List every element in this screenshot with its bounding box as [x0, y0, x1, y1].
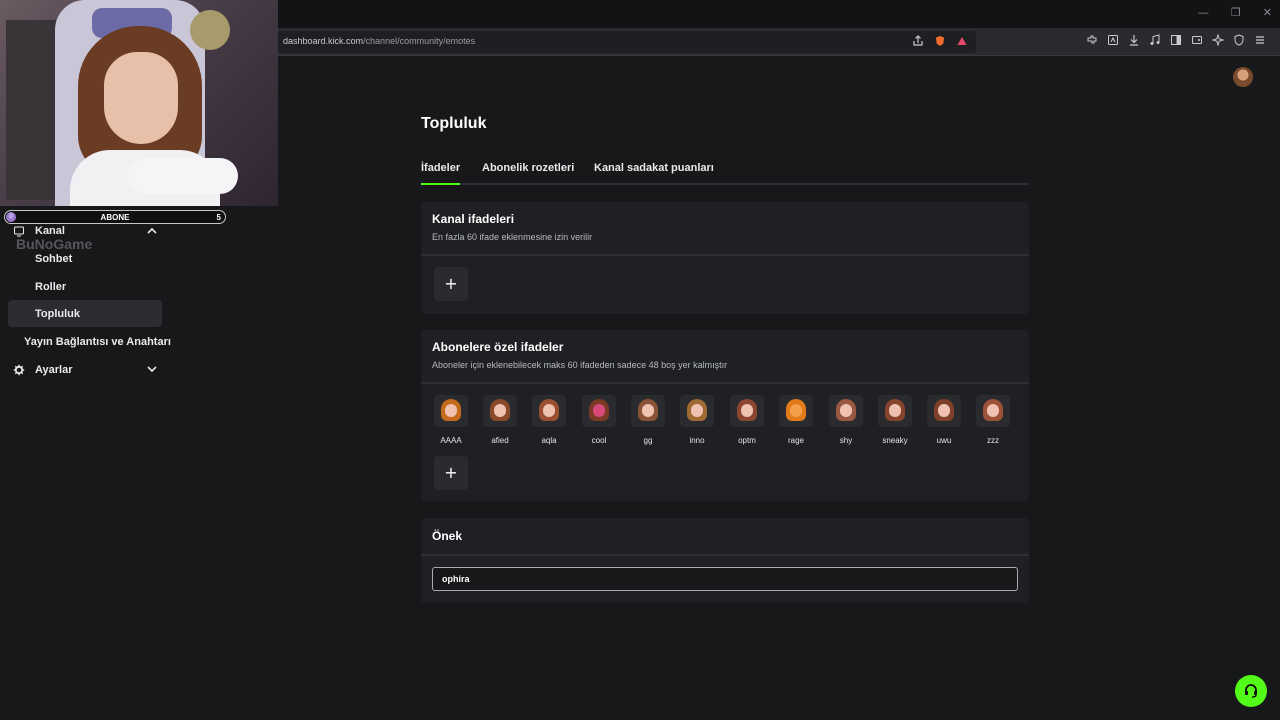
goal-label: ABONE — [100, 213, 130, 222]
tab-bar: İfadeler Abonelik rozetleri Kanal sadaka… — [421, 160, 1029, 185]
emote-tile[interactable]: rage — [779, 395, 813, 445]
emote-tile[interactable]: sneaky — [878, 395, 912, 445]
webcam-overlay — [0, 0, 278, 206]
emote-tile[interactable]: shy — [829, 395, 863, 445]
chevron-down-icon[interactable] — [146, 363, 158, 375]
goal-count: 5 — [216, 213, 221, 222]
tab-sub-badges[interactable]: Abonelik rozetleri — [482, 162, 574, 183]
tab-emotes[interactable]: İfadeler — [421, 162, 461, 185]
minimize-button[interactable]: — — [1198, 6, 1209, 19]
channel-emotes-card: Kanal ifadeleri En fazla 60 ifade eklenm… — [421, 202, 1029, 314]
emote-tile[interactable]: aqla — [532, 395, 566, 445]
sidebar-item-channel[interactable]: Kanal — [35, 225, 65, 237]
extension-toolbar — [1086, 34, 1266, 46]
prefix-title: Önek — [432, 529, 463, 543]
emote-tile[interactable]: optm — [730, 395, 764, 445]
emote-tile[interactable]: inno — [680, 395, 714, 445]
sidebar-toggle-icon[interactable] — [1170, 34, 1182, 46]
chevron-up-icon[interactable] — [146, 225, 158, 237]
page-title: Topluluk — [421, 115, 487, 132]
window-controls: — ❐ ✕ — [1198, 6, 1272, 19]
emote-tile[interactable]: zzz — [976, 395, 1010, 445]
brave-rewards-icon[interactable] — [956, 35, 968, 47]
channel-emotes-subtitle: En fazla 60 ifade eklenmesine izin veril… — [432, 232, 593, 242]
sub-emotes-title: Abonelere özel ifadeler — [432, 340, 564, 354]
add-sub-emote-button[interactable]: + — [434, 456, 468, 490]
emote-tile[interactable]: AAAA — [434, 395, 468, 445]
channel-icon — [13, 225, 25, 237]
download-icon[interactable] — [1128, 34, 1140, 46]
menu-icon[interactable] — [1254, 34, 1266, 46]
add-channel-emote-button[interactable]: + — [434, 267, 468, 301]
url-text: dashboard.kick.com/channel/community/emo… — [283, 36, 476, 46]
channel-emotes-title: Kanal ifadeleri — [432, 212, 515, 226]
sidebar-item-chat[interactable]: Sohbet — [35, 253, 72, 265]
prefix-input[interactable] — [432, 567, 1018, 591]
extensions-icon[interactable] — [1086, 34, 1098, 46]
brave-shield-icon[interactable] — [934, 35, 946, 47]
wallet-icon[interactable] — [1191, 34, 1203, 46]
share-icon[interactable] — [912, 35, 924, 47]
emote-tile[interactable]: afied — [483, 395, 517, 445]
vpn-shield-icon[interactable] — [1233, 34, 1245, 46]
music-icon[interactable] — [1149, 34, 1161, 46]
support-headset-icon — [1245, 684, 1257, 698]
sidebar-item-roles[interactable]: Roller — [35, 281, 66, 293]
restore-button[interactable]: ❐ — [1231, 6, 1241, 19]
watermark-logo: BuNoGame — [16, 236, 93, 252]
sub-emotes-subtitle: Aboneler için eklenebilecek maks 60 ifad… — [432, 360, 728, 370]
help-button[interactable] — [1235, 675, 1267, 707]
subscriber-goal-bar: 0 ABONE 5 — [4, 210, 226, 224]
address-bar[interactable]: dashboard.kick.com/channel/community/emo… — [278, 31, 976, 53]
sidebar-item-community[interactable]: Topluluk — [35, 308, 80, 320]
gear-icon — [13, 364, 25, 376]
emote-tile[interactable]: uwu — [927, 395, 961, 445]
emote-tile[interactable]: gg — [631, 395, 665, 445]
sidebar-active-highlight — [8, 300, 162, 327]
emote-tile[interactable]: cool — [582, 395, 616, 445]
close-window-button[interactable]: ✕ — [1263, 6, 1272, 19]
leo-ai-icon[interactable] — [1212, 34, 1224, 46]
avatar[interactable] — [1233, 67, 1253, 87]
translate-icon[interactable] — [1107, 34, 1119, 46]
tab-loyalty-points[interactable]: Kanal sadakat puanları — [594, 162, 714, 183]
sidebar-item-settings[interactable]: Ayarlar — [35, 364, 73, 376]
sidebar-item-stream-key[interactable]: Yayın Bağlantısı ve Anahtarı — [24, 336, 171, 348]
